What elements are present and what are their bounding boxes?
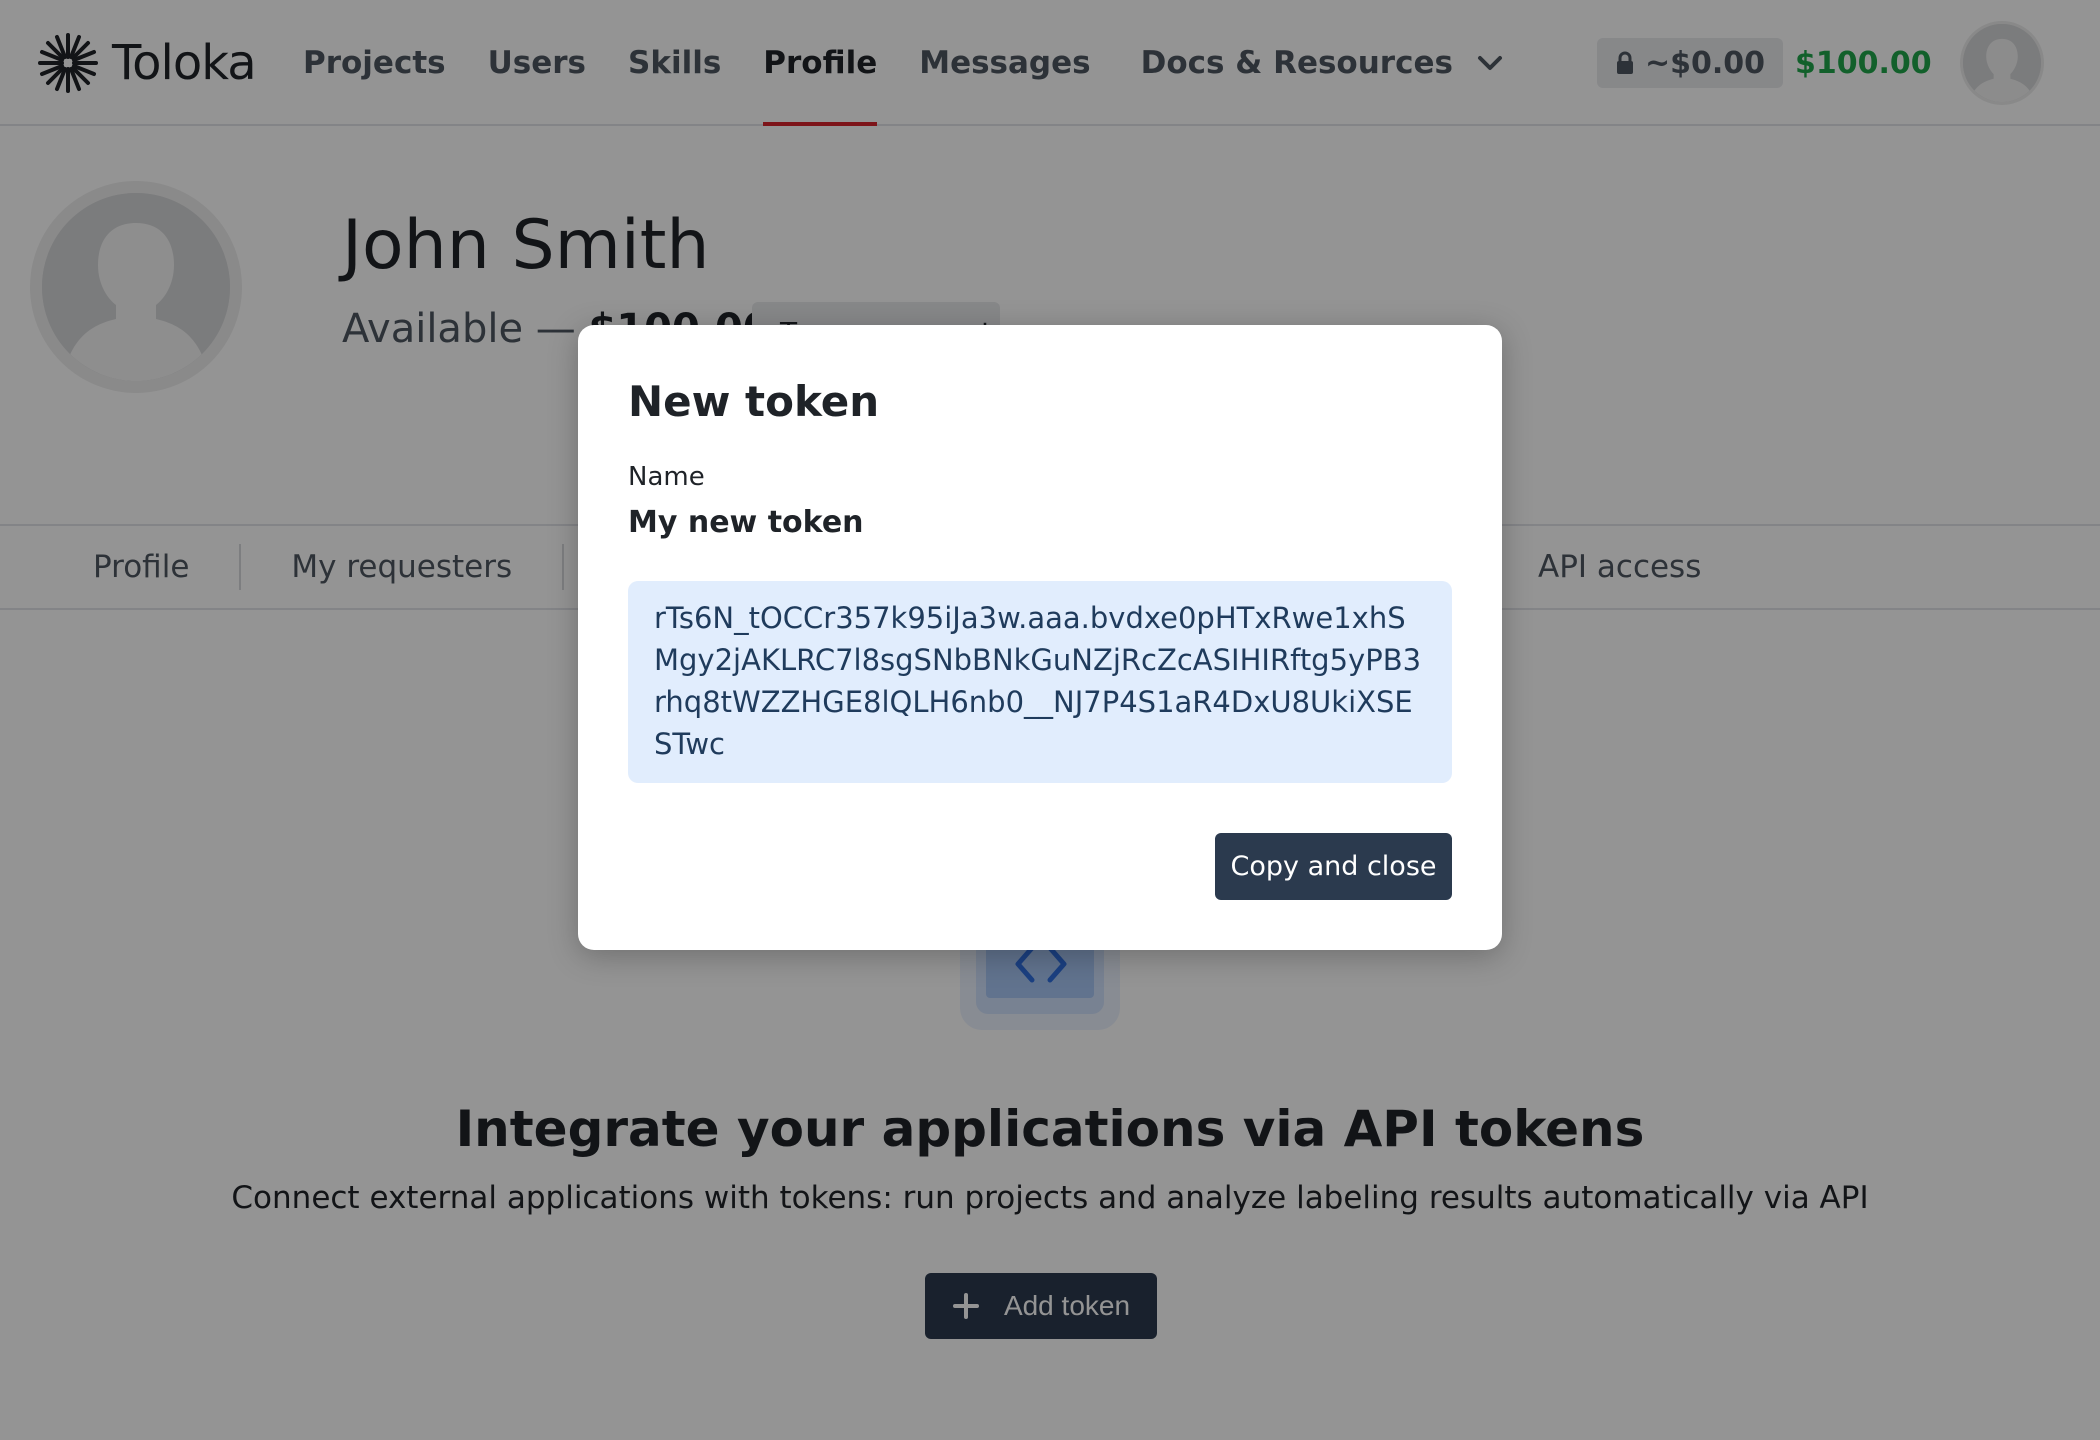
token-name-label: Name bbox=[628, 462, 705, 492]
page: Toloka Projects Users Skills Profile Mes… bbox=[0, 0, 2100, 1440]
token-value[interactable]: rTs6N_tOCCr357k95iJa3w.aaa.bvdxe0pHTxRwe… bbox=[628, 581, 1452, 783]
new-token-dialog: New token Name My new token rTs6N_tOCCr3… bbox=[578, 325, 1502, 950]
token-name-value: My new token bbox=[628, 505, 864, 540]
copy-and-close-button[interactable]: Copy and close bbox=[1215, 833, 1452, 900]
dialog-title: New token bbox=[628, 377, 880, 426]
